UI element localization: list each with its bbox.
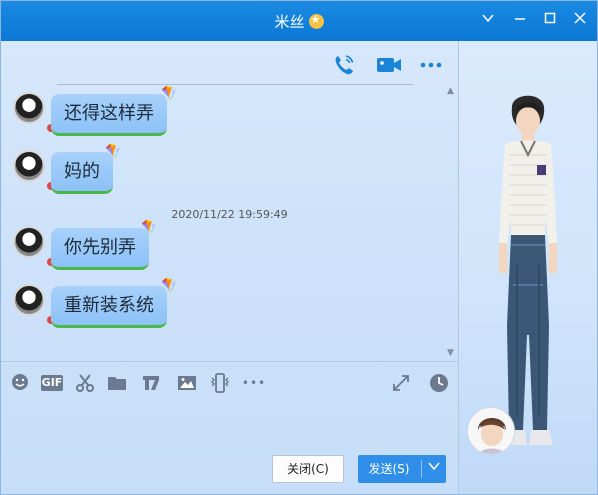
message-text: 妈的 (64, 161, 100, 182)
profile-avatar[interactable] (467, 407, 515, 455)
gif-icon[interactable]: GIF (41, 375, 63, 391)
avatar[interactable] (13, 226, 45, 258)
input-divider (1, 361, 458, 362)
video-icon[interactable] (376, 53, 401, 77)
window-title: 米丝 (274, 13, 305, 31)
scroll-down-icon[interactable]: ▼ (447, 348, 454, 358)
message-bubble[interactable]: 你先别弄 (51, 228, 149, 270)
kite-icon: 🪁 (105, 144, 122, 159)
folder-icon[interactable] (107, 373, 127, 393)
message-text: 你先别弄 (64, 237, 136, 258)
message-timestamp: 2020/11/22 19:59:49 (171, 208, 288, 221)
more-dots-icon[interactable]: ••• (241, 373, 267, 393)
minimize-icon[interactable] (511, 11, 529, 29)
message-bubble[interactable]: 妈的 (51, 152, 113, 194)
window-title-wrap: 米丝 (1, 11, 597, 32)
phone-icon[interactable] (332, 53, 356, 77)
chat-toolbar (1, 41, 458, 85)
expand-icon[interactable] (391, 373, 411, 393)
close-icon[interactable] (571, 11, 589, 29)
kite-icon: 🪁 (141, 220, 158, 235)
send-button-label[interactable]: 发送(S) (358, 455, 420, 483)
close-button[interactable]: 关闭(C) (272, 455, 344, 483)
send-options-chevron-icon[interactable] (422, 455, 446, 483)
kite-icon: 🪁 (161, 278, 178, 293)
message-text: 还得这样弄 (64, 103, 154, 124)
music-note-icon[interactable] (141, 373, 161, 393)
input-toolbar: GIF ••• (1, 363, 458, 403)
message-list[interactable]: ▲ 还得这样弄 🪁 妈的 🪁 2020/11/22 19:59:49 你先别弄 (1, 86, 458, 361)
maximize-icon[interactable] (541, 11, 559, 29)
phone-shake-icon[interactable] (209, 373, 229, 393)
scroll-up-icon[interactable]: ▲ (447, 86, 454, 96)
profile-sidebar (459, 41, 597, 494)
show-avatar-figure (487, 85, 567, 455)
star-badge-icon (308, 13, 324, 29)
clock-icon[interactable] (429, 373, 449, 393)
scissors-icon[interactable] (75, 373, 95, 393)
title-bar: 米丝 (1, 1, 597, 41)
history-divider (57, 84, 413, 85)
chat-window: 米丝★ ▲ 还得这样弄 🪁 妈的 🪁 2020/11/22 19:59:49 你… (0, 0, 598, 495)
emoji-icon[interactable] (10, 373, 30, 393)
image-icon[interactable] (177, 373, 197, 393)
avatar[interactable] (13, 92, 45, 124)
avatar[interactable] (13, 284, 45, 316)
message-input[interactable] (1, 403, 458, 451)
kite-icon: 🪁 (161, 86, 178, 101)
message-bubble[interactable]: 还得这样弄 (51, 94, 167, 136)
message-bubble[interactable]: 重新装系统 (51, 286, 167, 328)
more-icon[interactable] (419, 53, 443, 77)
send-button[interactable]: 发送(S) (358, 455, 446, 483)
chevron-down-icon[interactable] (479, 11, 497, 29)
message-text: 重新装系统 (64, 295, 154, 316)
avatar[interactable] (13, 150, 45, 182)
